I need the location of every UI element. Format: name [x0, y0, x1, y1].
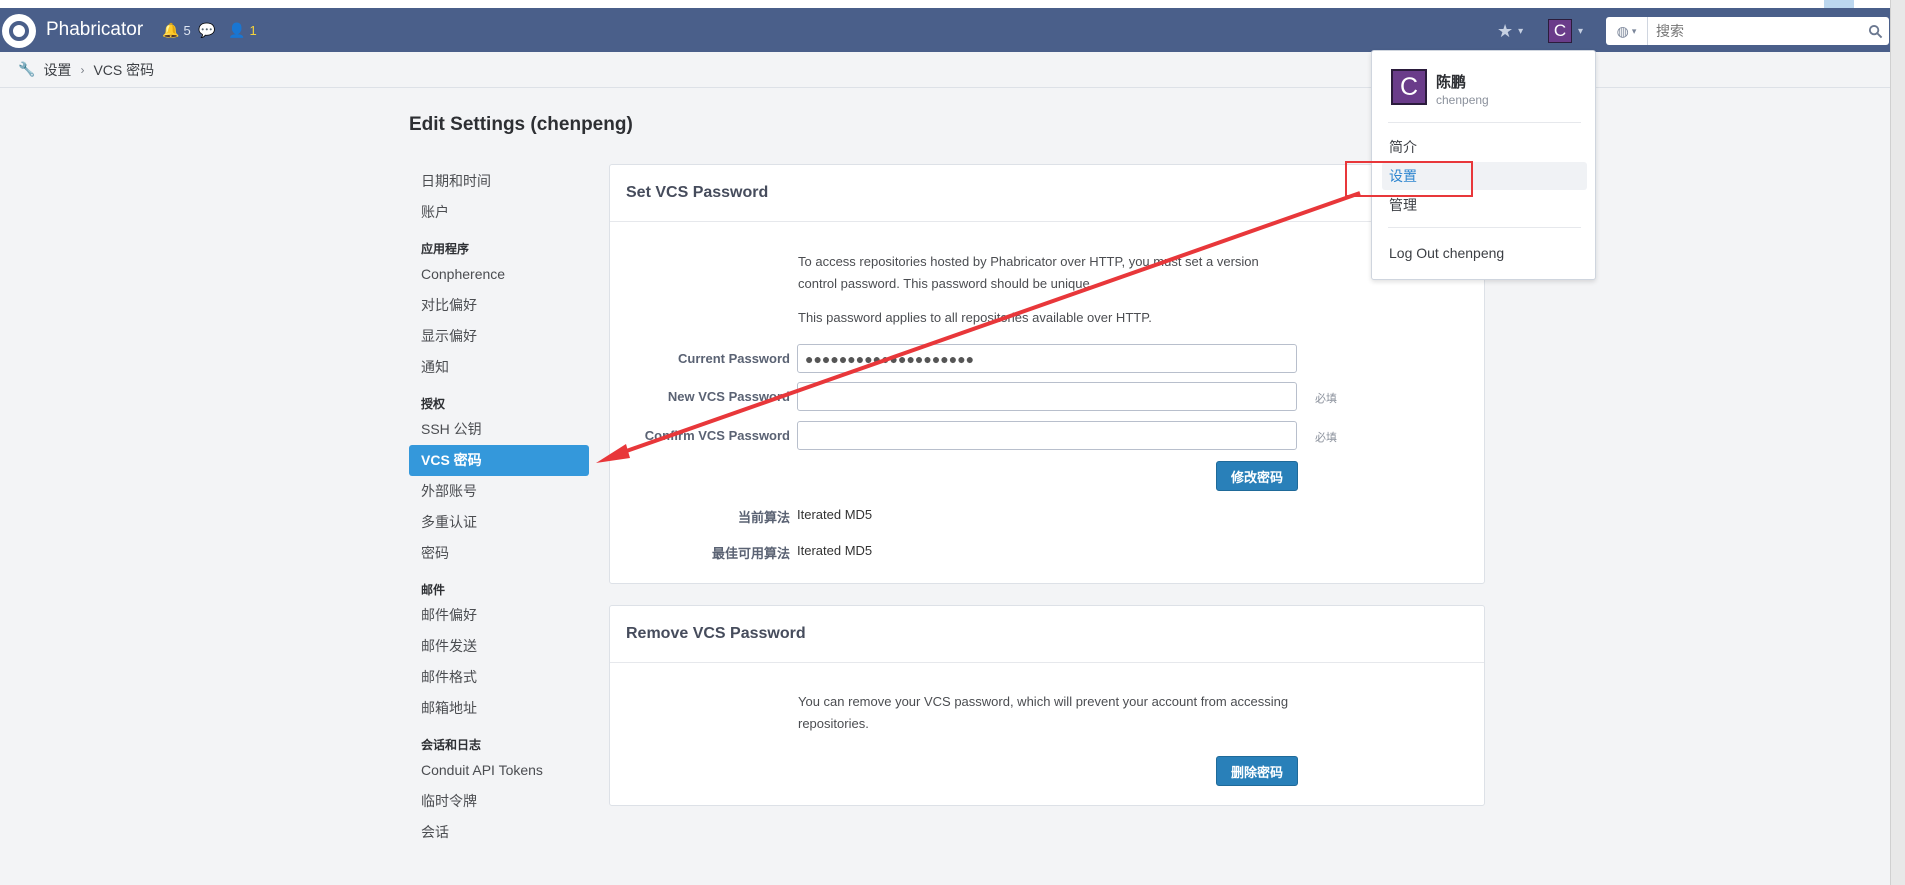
notifications-bell[interactable]: 🔔 5 [162, 22, 191, 39]
confirm-password-field[interactable] [797, 421, 1297, 450]
search-scope-button[interactable]: ◍ ▾ [1606, 17, 1648, 45]
menu-item-profile[interactable]: 简介 [1382, 133, 1587, 161]
breadcrumb-separator-icon: › [80, 62, 85, 77]
star-icon: ★ [1497, 21, 1514, 41]
page-title: Edit Settings (chenpeng) [409, 114, 633, 135]
required-hint: 必填 [1315, 432, 1337, 444]
globe-icon: ◍ [1616, 22, 1629, 39]
required-hint: 必填 [1315, 393, 1337, 405]
sidebar-section-heading: 会话和日志 [421, 738, 482, 752]
bell-icon: 🔔 [162, 22, 180, 38]
menu-divider [1388, 122, 1581, 123]
sidebar-item[interactable]: VCS 密码 [409, 445, 589, 476]
user-username: chenpeng [1436, 93, 1489, 107]
setup-issues-button[interactable]: 👤 1 [228, 22, 257, 39]
remove-vcs-password-panel: Remove VCS Password You can remove your … [609, 605, 1485, 806]
sidebar-item[interactable]: 临时令牌 [409, 786, 589, 817]
breadcrumb-settings-link[interactable]: 设置 [43, 60, 71, 80]
confirm-password-label: Confirm VCS Password [644, 428, 790, 443]
chat-icon: 💬 [198, 22, 216, 38]
current-password-field[interactable] [797, 344, 1297, 373]
chevron-down-icon: ▾ [1578, 25, 1584, 37]
sidebar-item[interactable]: 邮箱地址 [409, 693, 589, 724]
search-box: ◍ ▾ [1606, 17, 1889, 45]
search-input[interactable] [1648, 18, 1861, 44]
sidebar-section-heading: 应用程序 [421, 242, 470, 256]
browser-chrome-strip [0, 0, 1905, 8]
sidebar-item[interactable]: SSH 公钥 [409, 414, 589, 445]
settings-sidebar: 日期和时间 账户应用程序 Conpherence 对比偏好 显示偏好 通知授权 SSH 公钥… [409, 166, 589, 848]
sidebar-section-heading: 邮件 [421, 583, 446, 597]
breadcrumb: 🔧 设置 › VCS 密码 [0, 52, 1890, 88]
best-algorithm-value: Iterated MD5 [797, 543, 873, 558]
sidebar-item[interactable]: Conpherence [409, 259, 589, 290]
user-display-name[interactable]: 陈鹏 [1436, 71, 1466, 92]
avatar[interactable]: C [1391, 69, 1427, 105]
sidebar-item[interactable]: 会话 [409, 817, 589, 848]
brand-name[interactable]: Phabricator [46, 19, 143, 41]
user-icon: 👤 [228, 22, 246, 38]
user-menu-button[interactable]: C ▾ [1548, 19, 1583, 43]
sidebar-item[interactable]: 日期和时间 [409, 166, 589, 197]
avatar: C [1548, 19, 1572, 43]
new-password-label: New VCS Password [667, 389, 790, 404]
sidebar-item[interactable]: 邮件发送 [409, 631, 589, 662]
sidebar-item[interactable]: 密码 [409, 538, 589, 569]
breadcrumb-current: VCS 密码 [93, 61, 155, 78]
sidebar-item[interactable]: 外部账号 [409, 476, 589, 507]
sidebar-item[interactable]: 显示偏好 [409, 321, 589, 352]
annotation-highlight-box [1345, 161, 1473, 197]
sidebar-item[interactable]: 账户 [409, 197, 589, 228]
phabricator-logo-icon[interactable] [2, 14, 36, 48]
favorites-menu[interactable]: ★ ▾ [1497, 21, 1523, 42]
remove-password-button[interactable]: 删除密码 [1216, 756, 1298, 786]
menu-divider [1388, 227, 1581, 228]
sidebar-item[interactable]: 邮件格式 [409, 662, 589, 693]
sidebar-item[interactable]: 通知 [409, 352, 589, 383]
page-scrollbar[interactable] [1890, 0, 1905, 885]
sidebar-item[interactable]: 对比偏好 [409, 290, 589, 321]
messages-button[interactable]: 💬 [198, 22, 219, 39]
best-algorithm-label: 最佳可用算法 [711, 546, 790, 561]
top-navigation-bar: Phabricator 🔔 5 💬 👤 1 ★ ▾ C ▾ ◍ ▾ [0, 8, 1890, 52]
intro-text: To access repositories hosted by Phabric… [798, 254, 1259, 291]
panel-title: Remove VCS Password [610, 606, 1484, 663]
sidebar-item[interactable]: Conduit API Tokens [409, 755, 589, 786]
remove-info-text: You can remove your VCS password, which … [798, 694, 1289, 731]
chevron-down-icon: ▾ [1631, 25, 1637, 36]
sidebar-item[interactable]: 邮件偏好 [409, 600, 589, 631]
scope-text: This password applies to all repositorie… [798, 310, 1152, 325]
change-password-button[interactable]: 修改密码 [1216, 461, 1298, 491]
set-vcs-password-panel: Set VCS Password To access repositories … [609, 164, 1485, 584]
chevron-down-icon: ▾ [1518, 26, 1524, 37]
current-algorithm-label: 当前算法 [737, 510, 790, 525]
current-password-label: Current Password [678, 351, 790, 366]
current-algorithm-value: Iterated MD5 [797, 507, 873, 522]
sidebar-item[interactable]: 多重认证 [409, 507, 589, 538]
setup-count: 1 [249, 23, 257, 38]
notification-count: 5 [183, 23, 191, 38]
new-password-field[interactable] [797, 382, 1297, 411]
wrench-icon: 🔧 [18, 61, 36, 77]
search-icon[interactable] [1861, 24, 1889, 39]
sidebar-section-heading: 授权 [421, 397, 446, 411]
menu-item-logout[interactable]: Log Out chenpeng [1382, 239, 1587, 267]
